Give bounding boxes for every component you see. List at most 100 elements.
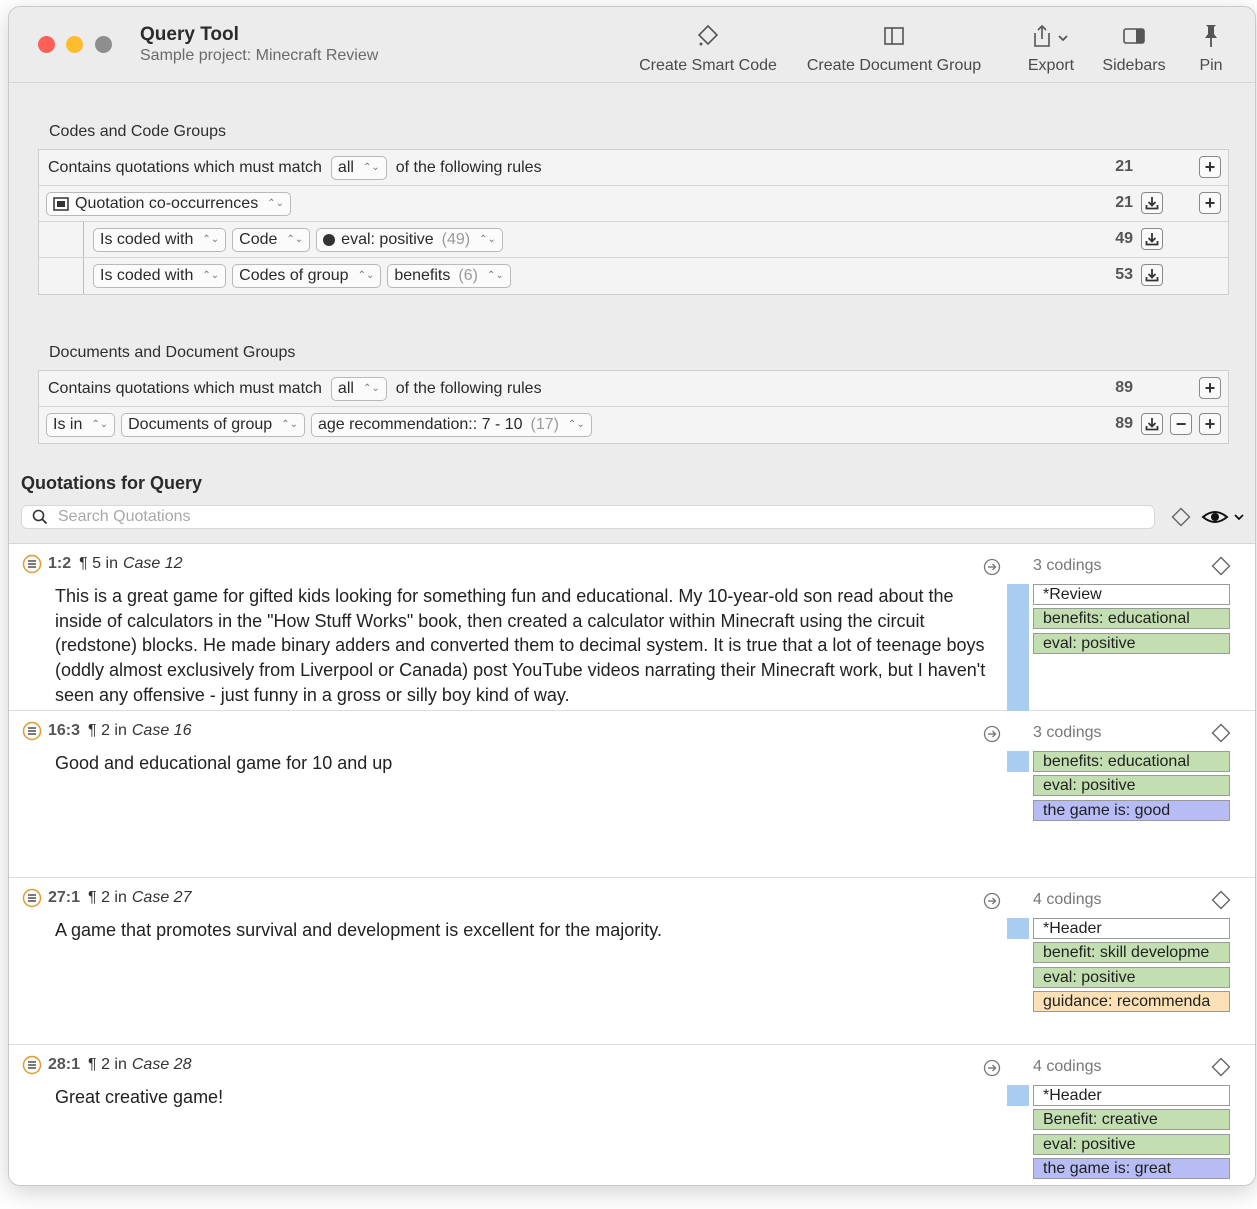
- result-count: 89: [1115, 379, 1133, 396]
- result-count: 89: [1115, 415, 1133, 432]
- quotation-text: Good and educational game for 10 and up: [55, 753, 393, 773]
- chevron-updown-icon: ⌃⌄: [486, 270, 504, 281]
- download-button[interactable]: [1141, 413, 1163, 435]
- quotation-meta: 1:2 ¶ 5 in Case 12: [22, 554, 183, 574]
- condition-popup[interactable]: Is coded with ⌃⌄: [93, 227, 227, 252]
- code-tag[interactable]: eval: positive: [1033, 1134, 1230, 1155]
- code-tag[interactable]: eval: positive: [1033, 633, 1230, 654]
- add-code-icon[interactable]: [1211, 556, 1231, 576]
- document-color-bar: [1007, 1085, 1029, 1106]
- view-options-eye-icon[interactable]: [1201, 507, 1247, 527]
- value-popup[interactable]: benefits (6) ⌃⌄: [387, 264, 511, 288]
- code-tag[interactable]: benefits: educational: [1033, 608, 1230, 629]
- go-to-quotation-icon[interactable]: [983, 892, 1001, 910]
- sidebars-button[interactable]: Sidebars: [1099, 21, 1169, 75]
- paragraph-info: ¶ 2 in: [88, 889, 127, 906]
- document-color-bar: [1007, 751, 1029, 772]
- case-name: Case 27: [131, 889, 192, 906]
- download-button[interactable]: [1141, 264, 1163, 286]
- value-count: (17): [530, 416, 559, 433]
- export-button[interactable]: Export: [1021, 21, 1081, 75]
- case-name: Case 28: [131, 1056, 192, 1073]
- documents-match-prefix: Contains quotations which must match: [48, 379, 322, 397]
- operator-label: Quotation co-occurrences: [75, 194, 259, 212]
- download-button[interactable]: [1141, 192, 1163, 214]
- title-bar: Query Tool Sample project: Minecraft Rev…: [9, 7, 1255, 83]
- documents-match-value: all: [337, 379, 354, 397]
- code-tag[interactable]: *Header: [1033, 1085, 1230, 1106]
- minimize-window-button[interactable]: [66, 36, 83, 53]
- go-to-quotation-icon[interactable]: [983, 725, 1001, 743]
- go-to-quotation-icon[interactable]: [983, 1059, 1001, 1077]
- quotation-text: A game that promotes survival and develo…: [55, 920, 662, 940]
- code-tag[interactable]: eval: positive: [1033, 775, 1230, 796]
- code-color-dot: [323, 233, 336, 246]
- code-tag[interactable]: *Review: [1033, 584, 1230, 605]
- type-popup[interactable]: Codes of group ⌃⌄: [232, 264, 382, 288]
- create-smart-code-button[interactable]: Create Smart Code: [635, 21, 781, 75]
- code-tag[interactable]: the game is: good: [1033, 800, 1230, 821]
- download-button[interactable]: [1141, 228, 1163, 250]
- code-tag[interactable]: *Header: [1033, 918, 1230, 939]
- code-tag[interactable]: benefit: skill developme: [1033, 942, 1230, 963]
- quotation-row[interactable]: 1:2 ¶ 5 in Case 12 This is a great game …: [9, 544, 1255, 711]
- operator-popup[interactable]: Quotation co-occurrences ⌃⌄: [46, 191, 291, 216]
- chevron-updown-icon: ⌃⌄: [357, 270, 375, 281]
- code-filter-icon[interactable]: [1171, 507, 1191, 527]
- value-popup[interactable]: age recommendation:: 7 - 10 (17) ⌃⌄: [310, 413, 592, 437]
- documents-match-popup[interactable]: all ⌃⌄: [330, 376, 387, 401]
- quotation-row[interactable]: 28:1 ¶ 2 in Case 28 Great creative game!…: [9, 1045, 1255, 1185]
- add-code-icon[interactable]: [1211, 890, 1231, 910]
- code-tag[interactable]: the game is: great: [1033, 1158, 1230, 1179]
- codes-match-prefix: Contains quotations which must match: [48, 158, 322, 176]
- add-rule-button[interactable]: +: [1199, 192, 1221, 214]
- search-quotations-field[interactable]: Search Quotations: [21, 505, 1155, 529]
- code-tag[interactable]: Benefit: creative: [1033, 1109, 1230, 1130]
- search-icon: [32, 509, 48, 525]
- condition-popup[interactable]: Is coded with ⌃⌄: [93, 264, 227, 288]
- quotation-row[interactable]: 27:1 ¶ 2 in Case 27 A game that promotes…: [9, 878, 1255, 1045]
- quotation-text: Great creative game!: [55, 1087, 224, 1107]
- download-icon: [1145, 269, 1159, 282]
- type-label: Documents of group: [128, 416, 273, 433]
- go-to-quotation-icon[interactable]: [983, 558, 1001, 576]
- paragraph-info: ¶ 2 in: [88, 722, 127, 739]
- remove-rule-button[interactable]: −: [1170, 413, 1192, 435]
- value-label: eval: positive: [341, 230, 434, 248]
- chevron-updown-icon: ⌃⌄: [362, 161, 380, 173]
- codes-match-popup[interactable]: all ⌃⌄: [330, 155, 387, 180]
- code-tag[interactable]: benefits: educational: [1033, 751, 1230, 772]
- type-popup[interactable]: Code ⌃⌄: [232, 227, 311, 252]
- add-rule-button[interactable]: +: [1199, 413, 1221, 435]
- add-code-icon[interactable]: [1211, 723, 1231, 743]
- indent-line: [83, 222, 84, 257]
- codes-section-title: Codes and Code Groups: [49, 123, 226, 140]
- download-icon: [1145, 418, 1159, 431]
- quotation-icon: [53, 196, 69, 211]
- pin-button[interactable]: Pin: [1191, 21, 1231, 75]
- quotation-id: 16:3: [48, 722, 81, 739]
- quotation-row[interactable]: 16:3 ¶ 2 in Case 16 Good and educational…: [9, 711, 1255, 878]
- window-title: Query Tool: [140, 24, 239, 45]
- close-window-button[interactable]: [38, 36, 55, 53]
- zoom-window-button[interactable]: [95, 36, 112, 53]
- indent-line: [83, 258, 84, 294]
- condition-label: Is in: [53, 416, 83, 433]
- chevron-updown-icon: ⌃⌄: [286, 233, 304, 245]
- quotations-heading: Quotations for Query: [21, 473, 203, 493]
- condition-popup[interactable]: Is in ⌃⌄: [46, 413, 116, 437]
- code-tag[interactable]: eval: positive: [1033, 967, 1230, 988]
- window-subtitle: Sample project: Minecraft Review: [140, 47, 379, 64]
- create-document-group-button[interactable]: Create Document Group: [801, 21, 987, 75]
- add-rule-button[interactable]: +: [1199, 156, 1221, 178]
- quotation-id: 28:1: [48, 1056, 81, 1073]
- code-tag[interactable]: guidance: recommenda: [1033, 991, 1230, 1012]
- add-code-icon[interactable]: [1211, 1057, 1231, 1077]
- type-popup[interactable]: Documents of group ⌃⌄: [121, 413, 305, 437]
- value-popup[interactable]: eval: positive (49) ⌃⌄: [316, 227, 503, 252]
- result-count: 49: [1115, 230, 1133, 247]
- documents-match-suffix: of the following rules: [395, 379, 542, 397]
- add-rule-button[interactable]: +: [1199, 377, 1221, 399]
- value-count: (6): [458, 267, 478, 284]
- codes-match-suffix: of the following rules: [395, 158, 542, 176]
